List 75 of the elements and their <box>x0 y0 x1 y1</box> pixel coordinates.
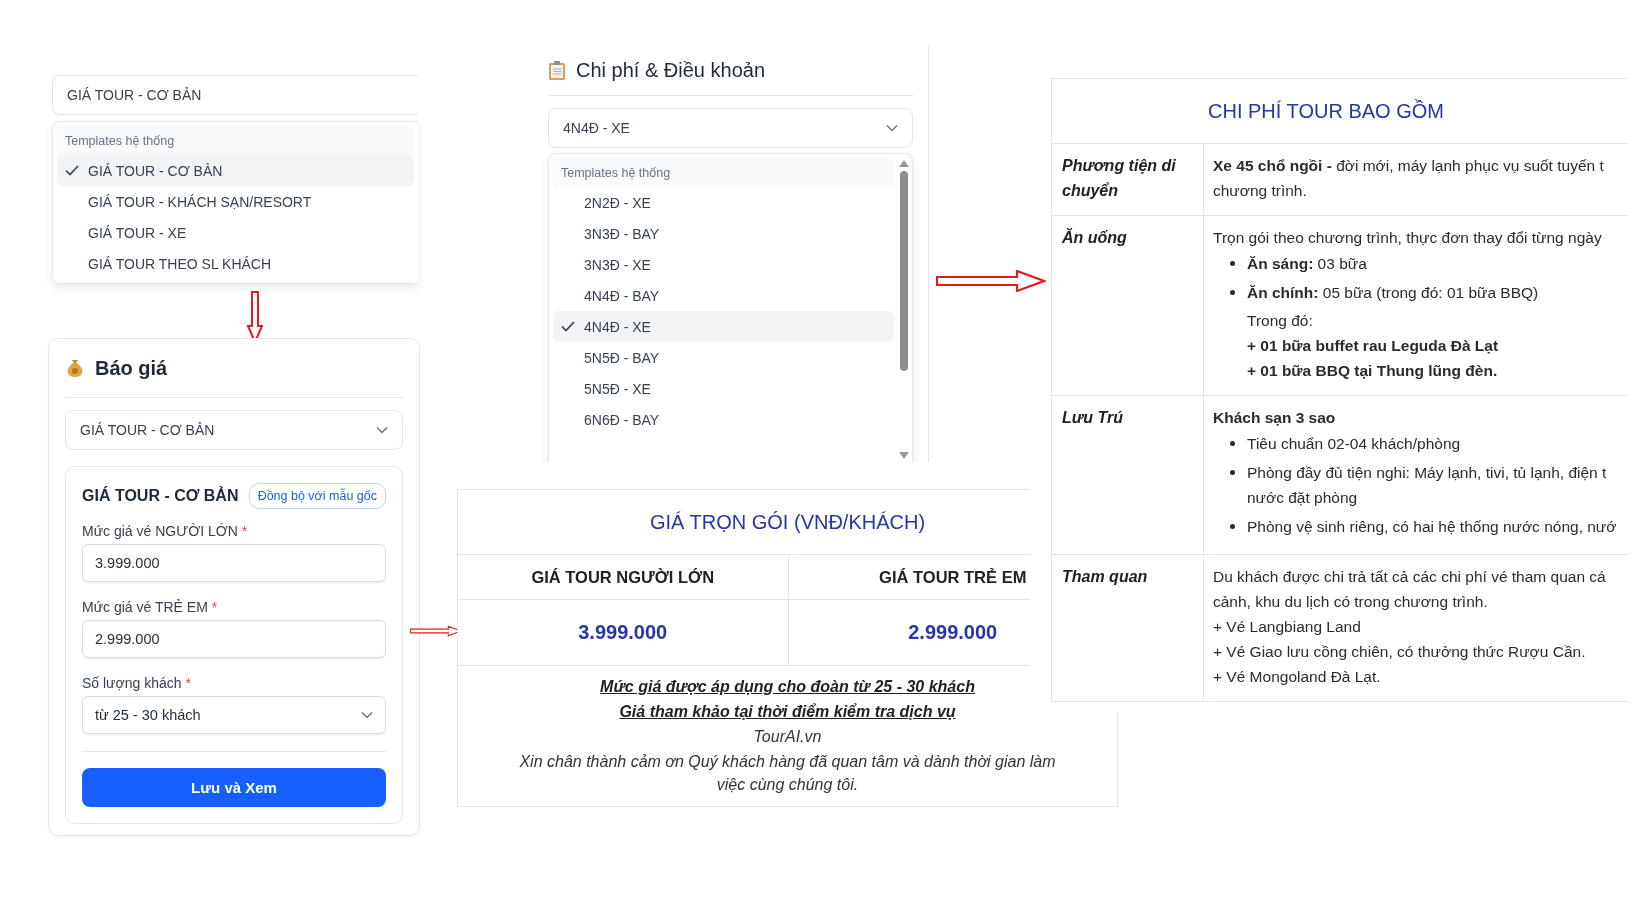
cell-text: chương trình. <box>1213 181 1308 201</box>
field-label: Số lượng khách <box>82 675 182 691</box>
column-header: GIÁ TOUR NGƯỜI LỚN <box>530 566 716 588</box>
cell-text: + Vé Langbiang Land <box>1213 617 1362 637</box>
required-mark: * <box>211 599 218 615</box>
bullet-icon <box>1230 441 1235 446</box>
dropdown-option[interactable]: 6N6Đ - BAY <box>553 404 894 435</box>
price-note: Giá tham khảo tại thời điểm kiểm tra dịch vụ <box>619 702 956 722</box>
group-label: Templates hệ thống <box>57 126 414 155</box>
group-label: Templates hệ thống <box>553 158 894 187</box>
row-label: Ăn uống <box>1052 216 1204 395</box>
price-input[interactable]: 2.999.000 <box>82 620 386 658</box>
chevron-down-icon <box>361 711 373 719</box>
footer-text: TourAI.vn <box>753 727 822 747</box>
panel-title: Báo giá <box>95 356 168 380</box>
price-input[interactable]: 3.999.000 <box>82 544 386 582</box>
cell-text: Trọn gói theo chương trình, thực đơn thay đổi từng ngày <box>1213 228 1603 248</box>
row-label: Tham quan <box>1052 555 1204 701</box>
dropdown-option[interactable]: GIÁ TOUR THEO SL KHÁCH <box>57 248 414 279</box>
cell-text: + Vé Giao lưu cồng chiên, có thưởng thức Rượu Cần. <box>1213 642 1587 662</box>
scrollbar-thumb[interactable] <box>900 171 908 371</box>
note-text: Trong đó: <box>1246 311 1314 331</box>
cell-text: cảnh, khu du lịch có trong chương trình. <box>1213 592 1489 612</box>
bullet-text: Phòng đầy đủ tiện nghi: Máy lạnh, tivi, tủ lạnh, điện t <box>1247 463 1607 483</box>
note-text: + 01 bữa BBQ tại Thung lũng đèn. <box>1246 361 1499 381</box>
price-value: 3.999.000 <box>577 620 669 645</box>
bullet-text: Tiêu chuẩn 02-04 khách/phòng <box>1247 434 1461 454</box>
bullet-text: Ăn chính: 05 bữa (trong đó: 01 bữa BBQ) <box>1247 283 1539 303</box>
row-label: Lưu Trú <box>1052 396 1204 554</box>
panel-title: Chi phí & Điều khoản <box>576 58 765 82</box>
check-icon <box>65 165 79 176</box>
bullet-icon <box>1230 524 1235 529</box>
cell-heading: Khách sạn 3 sao <box>1213 408 1337 428</box>
chevron-down-icon <box>886 124 898 132</box>
dropdown-option[interactable]: 4N4Đ - XE <box>553 311 894 342</box>
dropdown-option[interactable]: GIÁ TOUR - KHÁCH SẠN/RESORT <box>57 186 414 217</box>
required-mark: * <box>185 675 191 691</box>
dropdown-option[interactable]: 4N4Đ - BAY <box>553 280 894 311</box>
dropdown-option[interactable]: 2N2Đ - XE <box>553 187 894 218</box>
table-title: CHI PHÍ TOUR BAO GỒM <box>1052 79 1628 144</box>
scroll-up-icon[interactable] <box>899 160 909 167</box>
form-title: GIÁ TOUR - CƠ BẢN <box>82 487 239 505</box>
dropdown-option[interactable]: 3N3Đ - BAY <box>553 218 894 249</box>
dropdown-option[interactable]: 5N5Đ - XE <box>553 373 894 404</box>
dropdown-option[interactable]: 5N5Đ - BAY <box>553 342 894 373</box>
bullet-icon <box>1230 261 1235 266</box>
scroll-down-icon[interactable] <box>899 452 909 459</box>
bullet-text: nước đặt phòng <box>1247 488 1359 508</box>
footer-text: Xin chân thành cảm ơn Quý khách hàng đã quan tâm và dành thời gian làm việc cùng chúng tôi. <box>518 752 1057 795</box>
save-view-button[interactable]: Lưu và Xem <box>82 768 386 807</box>
money-bag-icon <box>65 358 85 378</box>
cell-text: Du khách được chi trả tất cả các chi phí vé tham quan cá <box>1213 567 1607 587</box>
field-label: Mức giá vé NGƯỜI LỚN <box>82 523 238 539</box>
chevron-down-icon <box>376 426 388 434</box>
guest-count-select[interactable]: từ 25 - 30 khách <box>82 696 386 734</box>
bullet-icon <box>1230 290 1235 295</box>
sync-button[interactable]: Đồng bộ với mẫu gốc <box>248 483 386 509</box>
check-icon <box>561 321 575 332</box>
dropdown-option[interactable]: GIÁ TOUR - XE <box>57 217 414 248</box>
required-mark: * <box>241 523 248 539</box>
bullet-text: Phòng vệ sinh riêng, có hai hệ thống nước nóng, nướ <box>1247 517 1617 537</box>
dropdown-option[interactable]: GIÁ TOUR - CƠ BẢN <box>57 155 414 186</box>
dropdown-option[interactable]: 3N3Đ - XE <box>553 249 894 280</box>
row-label: Phương tiện di chuyển <box>1052 144 1204 215</box>
field-label: Mức giá vé TRẺ EM <box>82 599 208 615</box>
template-select[interactable]: 4N4Đ - XE <box>548 108 913 148</box>
bullet-icon <box>1230 470 1235 475</box>
bullet-text: Ăn sáng: 03 bữa <box>1247 254 1367 274</box>
template-select[interactable]: GIÁ TOUR - CƠ BẢN <box>52 75 418 115</box>
price-note: Mức giá được áp dụng cho đoàn từ 25 - 30 khách <box>600 677 975 697</box>
clipboard-icon <box>548 59 566 81</box>
cell-text: + Vé Mongoland Đà Lạt. <box>1213 667 1382 687</box>
template-select[interactable]: GIÁ TOUR - CƠ BẢN <box>65 410 403 450</box>
note-text: + 01 bữa buffet rau Leguda Đà Lạt <box>1246 336 1500 356</box>
cell-text: Xe 45 chổ ngồi - đời mới, máy lạnh phục vụ suốt tuyến t <box>1213 156 1605 176</box>
